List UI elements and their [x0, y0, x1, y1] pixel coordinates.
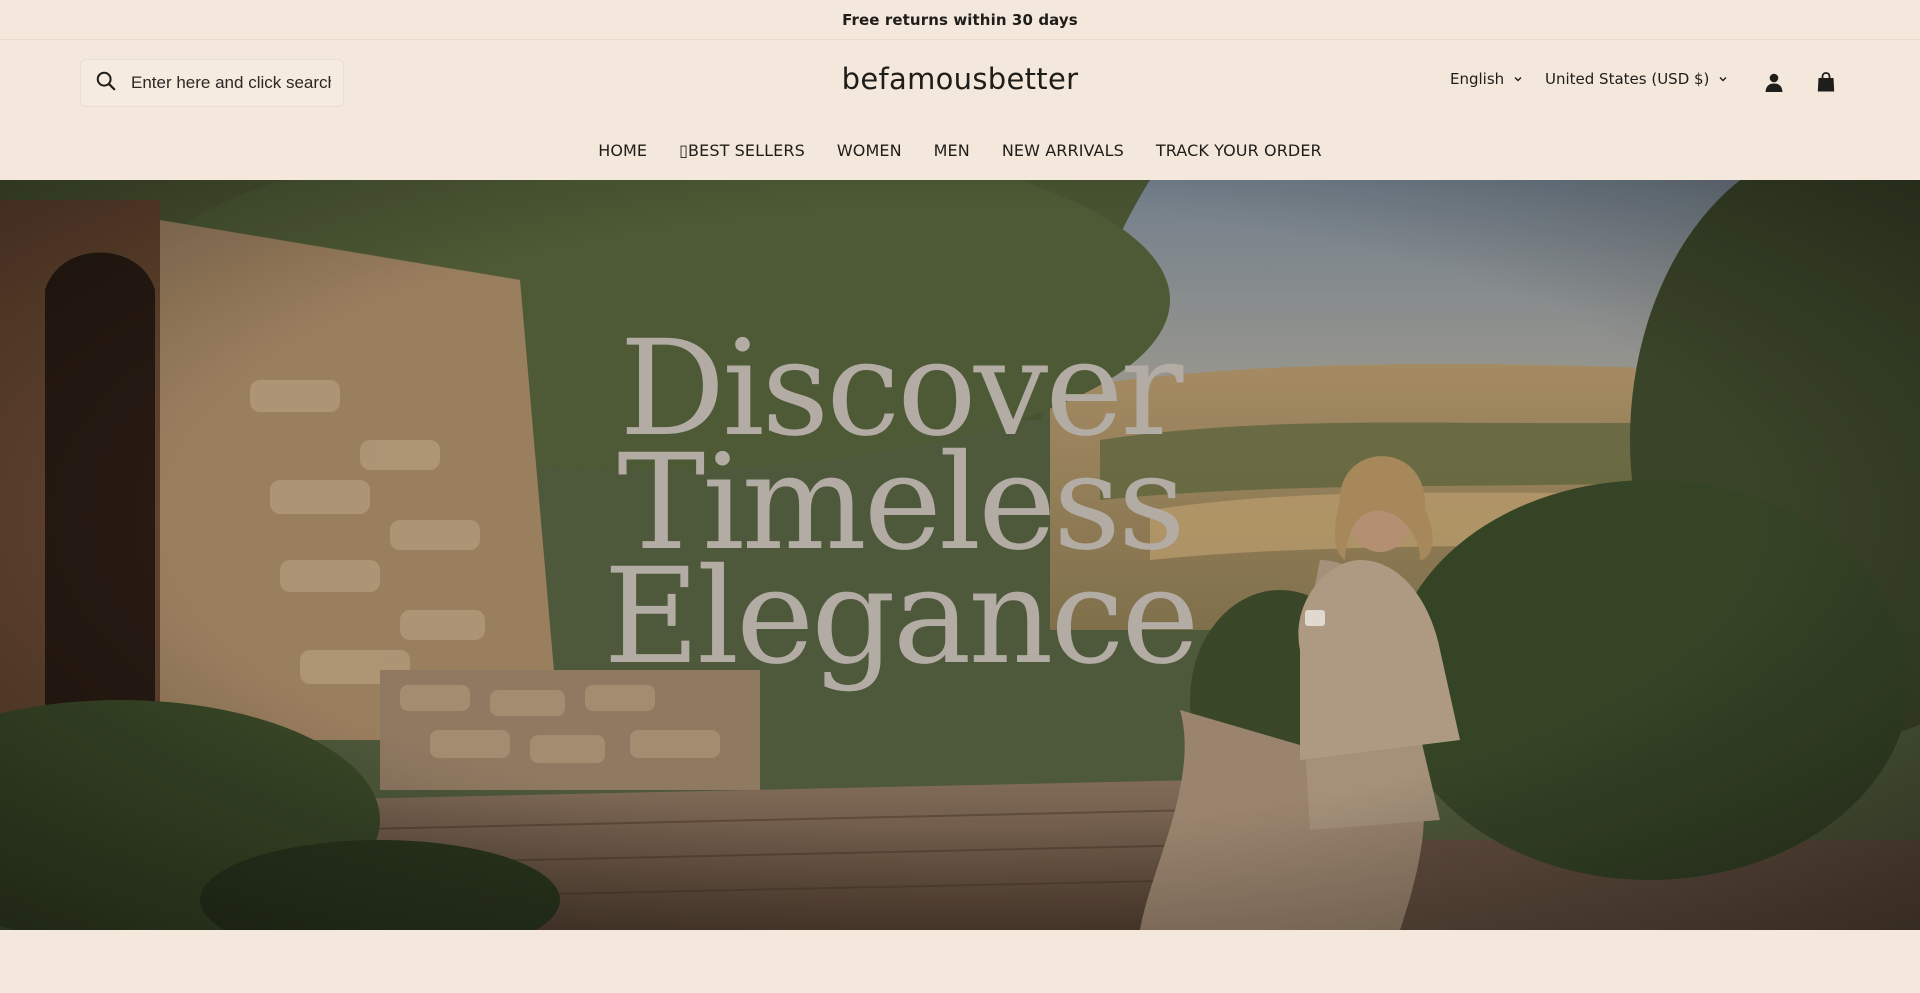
nav-new-arrivals[interactable]: NEW ARRIVALS: [1002, 141, 1124, 160]
hero-headline: Discover Timeless Elegance: [0, 323, 1920, 694]
chevron-down-icon: [1719, 77, 1727, 82]
language-selector[interactable]: English: [1450, 70, 1523, 88]
shopping-bag-icon: [1817, 72, 1835, 92]
account-button[interactable]: [1761, 69, 1787, 95]
nav-women[interactable]: WOMEN: [837, 141, 902, 160]
nav-home[interactable]: HOME: [598, 141, 647, 160]
nav-men[interactable]: MEN: [934, 141, 970, 160]
cart-button[interactable]: [1813, 69, 1839, 95]
nav-best-sellers[interactable]: ▯BEST SELLERS: [679, 141, 805, 160]
announcement-bar: Free returns within 30 days: [0, 0, 1920, 40]
site-header: befamousbetter English United States (US…: [0, 40, 1920, 180]
account-icon: [1765, 73, 1783, 92]
language-label: English: [1450, 70, 1505, 88]
chevron-down-icon: [1514, 77, 1522, 82]
country-label: United States (USD $): [1545, 70, 1710, 88]
page-section-below-hero: [0, 930, 1920, 993]
announcement-text: Free returns within 30 days: [842, 10, 1078, 29]
hero-banner[interactable]: Discover Timeless Elegance: [0, 180, 1920, 930]
main-nav: HOME ▯BEST SELLERS WOMEN MEN NEW ARRIVAL…: [0, 141, 1920, 160]
nav-track-order[interactable]: TRACK YOUR ORDER: [1156, 141, 1322, 160]
country-selector[interactable]: United States (USD $): [1545, 70, 1728, 88]
hero-line-3: Elegance: [603, 540, 1200, 694]
